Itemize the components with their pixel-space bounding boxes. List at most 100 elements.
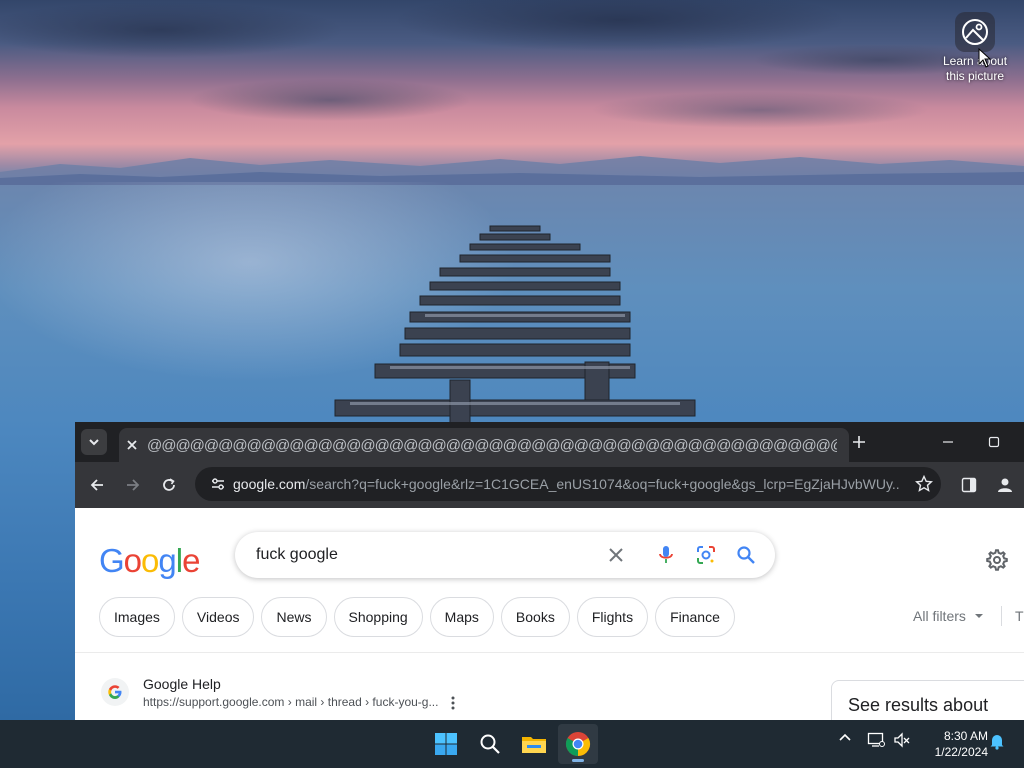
google-results-page: Google fuck google Images Videos News Sh (75, 508, 1024, 720)
wallpaper-clouds (0, 0, 1024, 165)
bell-icon (990, 735, 1004, 750)
taskbar-search-button[interactable] (470, 724, 510, 764)
chip-maps[interactable]: Maps (429, 597, 494, 637)
mouse-cursor-icon (978, 48, 992, 68)
chip-videos[interactable]: Videos (181, 597, 255, 637)
show-hidden-icons-button[interactable] (836, 732, 854, 742)
header-divider (75, 652, 1024, 653)
chip-shopping[interactable]: Shopping (333, 597, 423, 637)
filter-divider (1001, 606, 1002, 626)
profile-icon (998, 478, 1012, 492)
learn-icon-container (955, 12, 995, 52)
browser-window: @@@@@@@@@@@@@@@@@@@@@@@@@@@@@@@@@@@@@@@@… (75, 422, 1024, 720)
taskbar: 8:30 AM 1/22/2024 (0, 720, 1024, 768)
volume-button[interactable] (892, 732, 912, 748)
microphone-icon (659, 546, 673, 563)
browser-toolbar: google.com/search?q=fuck+google&rlz=1C1G… (75, 462, 1024, 508)
chevron-up-icon (839, 733, 851, 741)
tab-close-button[interactable] (121, 434, 143, 456)
maximize-icon (988, 436, 1000, 448)
clock-date: 1/22/2024 (934, 745, 988, 759)
chrome-icon (565, 732, 591, 756)
minimize-button[interactable] (933, 430, 963, 454)
chevron-down-icon (89, 439, 99, 446)
result-more-button[interactable] (451, 696, 455, 713)
star-icon (914, 474, 934, 492)
learn-about-label: Learn about this picture (942, 54, 1008, 83)
start-button[interactable] (426, 724, 466, 764)
google-lens-icon (697, 546, 715, 564)
logo-letter: g (158, 542, 176, 579)
forward-button[interactable] (119, 471, 147, 499)
wallpaper-pier (334, 225, 696, 426)
side-panel-button[interactable] (955, 471, 983, 499)
logo-letter: o (123, 542, 142, 579)
google-favicon-icon (101, 678, 129, 706)
wallpaper-mountains (0, 156, 1024, 185)
reload-button[interactable] (155, 471, 183, 499)
search-submit-button[interactable] (735, 544, 757, 566)
tab-title: @@@@@@@@@@@@@@@@@@@@@@@@@@@@@@@@@@@@@@@@… (147, 436, 837, 454)
bookmark-button[interactable] (914, 474, 934, 498)
logo-letter: o (141, 542, 159, 579)
site-info-button[interactable] (203, 476, 233, 492)
url-text: google.com/search?q=fuck+google&rlz=1C1G… (233, 476, 901, 492)
plus-icon (853, 436, 865, 448)
all-filters-label: All filters (913, 608, 966, 624)
clear-search-button[interactable] (605, 544, 627, 566)
search-box[interactable]: fuck google (235, 532, 775, 578)
taskbar-clock[interactable]: 8:30 AM 1/22/2024 (918, 728, 988, 760)
tab-search-button[interactable] (81, 429, 107, 455)
result-url[interactable]: https://support.google.com › mail › thre… (143, 695, 438, 709)
google-g-icon (108, 685, 122, 699)
chip-flights[interactable]: Flights (576, 597, 649, 637)
active-app-indicator (572, 759, 584, 762)
url-host: google.com (233, 476, 306, 492)
caret-down-icon (974, 614, 983, 618)
clock-time: 8:30 AM (943, 729, 988, 743)
address-bar[interactable]: google.com/search?q=fuck+google&rlz=1C1G… (195, 467, 941, 501)
chip-finance[interactable]: Finance (655, 597, 735, 637)
chip-images[interactable]: Images (99, 597, 175, 637)
all-filters-button[interactable]: All filters (913, 608, 984, 624)
tune-icon (212, 478, 224, 490)
chip-news[interactable]: News (261, 597, 327, 637)
volume-muted-icon (894, 732, 910, 748)
close-icon (127, 440, 137, 450)
see-results-about-label: See results about (848, 695, 989, 715)
close-icon (609, 548, 623, 562)
search-icon (737, 546, 755, 564)
profile-button[interactable] (991, 471, 1019, 499)
image-search-button[interactable] (695, 544, 717, 566)
see-results-about-panel[interactable]: See results about (831, 680, 1024, 720)
google-logo[interactable]: Google (99, 542, 200, 580)
network-button[interactable] (866, 732, 886, 748)
network-icon (867, 732, 885, 747)
minimize-icon (943, 441, 953, 443)
notifications-button[interactable] (988, 732, 1006, 750)
file-explorer-button[interactable] (514, 724, 554, 764)
learn-about-picture-button[interactable]: Learn about this picture (936, 6, 1014, 94)
chip-books[interactable]: Books (500, 597, 570, 637)
gear-icon (986, 549, 1008, 571)
tab-strip: @@@@@@@@@@@@@@@@@@@@@@@@@@@@@@@@@@@@@@@@… (75, 422, 1024, 462)
arrow-right-icon (127, 479, 140, 491)
browser-tab[interactable]: @@@@@@@@@@@@@@@@@@@@@@@@@@@@@@@@@@@@@@@@… (119, 428, 849, 462)
voice-search-button[interactable] (655, 544, 677, 566)
file-explorer-icon (522, 737, 546, 753)
landscape-icon (962, 19, 988, 45)
new-tab-button[interactable] (847, 430, 871, 454)
reload-icon (163, 478, 175, 491)
start-icon (435, 733, 457, 755)
search-input[interactable]: fuck google (256, 546, 596, 564)
chrome-taskbar-button[interactable] (558, 724, 598, 764)
maximize-button[interactable] (979, 430, 1009, 454)
settings-button[interactable] (985, 548, 1009, 577)
logo-letter: e (182, 542, 200, 579)
tools-button[interactable]: T (1015, 608, 1024, 624)
logo-letter: G (99, 542, 125, 579)
search-icon (480, 734, 500, 754)
back-button[interactable] (83, 471, 111, 499)
result-site-name[interactable]: Google Help (143, 676, 221, 692)
search-filter-chips: Images Videos News Shopping Maps Books F… (99, 597, 742, 637)
